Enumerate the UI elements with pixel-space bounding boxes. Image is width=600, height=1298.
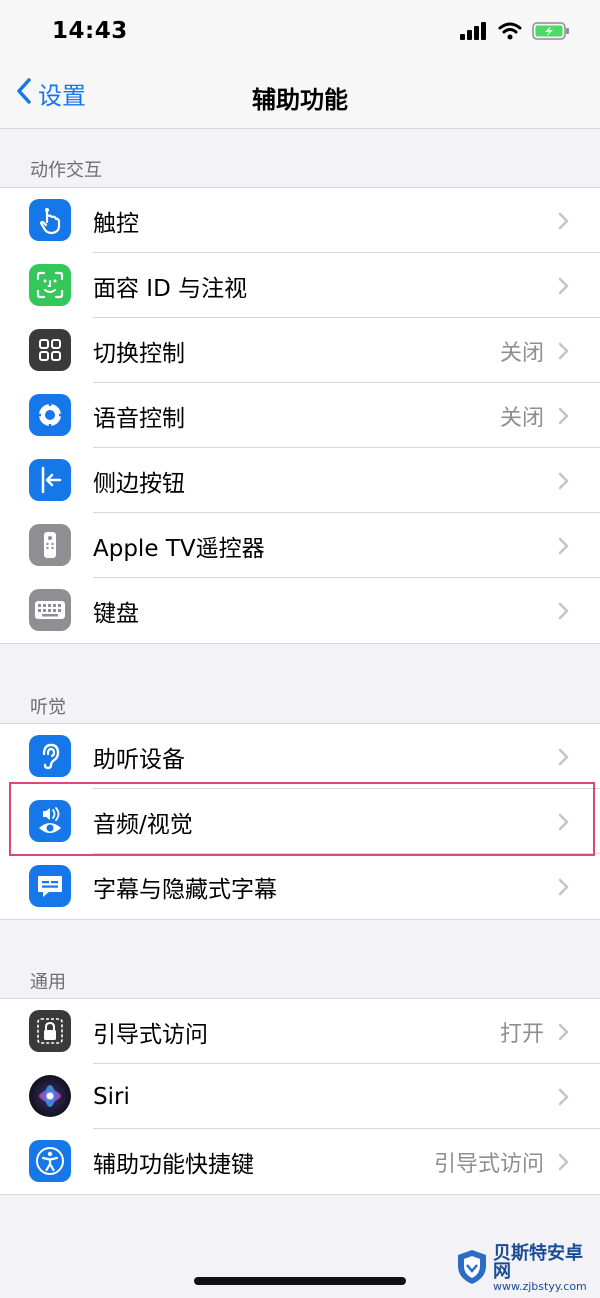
voice-control-icon [29, 394, 71, 436]
chevron-right-icon [558, 1153, 570, 1175]
row-label: 引导式访问 [93, 1021, 208, 1048]
row-side-button[interactable]: 侧边按钮 [0, 448, 600, 513]
chevron-right-icon [558, 813, 570, 835]
row-value: 关闭 [499, 340, 544, 366]
wifi-icon [498, 22, 522, 44]
subtitles-icon [29, 865, 71, 907]
row-touch[interactable]: 触控 [0, 188, 600, 253]
row-value: 引导式访问 [433, 1151, 544, 1177]
navigation-bar: 设置 辅助功能 [0, 62, 600, 129]
keyboard-icon [29, 589, 71, 631]
section-header-general: 通用 [30, 972, 66, 993]
row-label: Apple TV遥控器 [93, 535, 265, 562]
page-title: 辅助功能 [252, 86, 348, 114]
apple-tv-remote-icon [29, 524, 71, 566]
row-accessibility-shortcut[interactable]: 辅助功能快捷键 引导式访问 [0, 1129, 600, 1194]
status-bar: 14:43 [0, 0, 600, 62]
cellular-signal-icon [460, 22, 488, 44]
chevron-right-icon [558, 1088, 570, 1110]
siri-icon [29, 1075, 71, 1117]
status-time: 14:43 [52, 18, 128, 44]
status-icons [460, 22, 570, 44]
row-label: 触控 [93, 210, 139, 237]
row-label: 音频/视觉 [93, 811, 193, 838]
row-label: 语音控制 [93, 405, 185, 432]
row-hearing-devices[interactable]: 助听设备 [0, 724, 600, 789]
battery-charging-icon [532, 22, 570, 44]
ear-icon [29, 735, 71, 777]
row-guided-access[interactable]: 引导式访问 打开 [0, 999, 600, 1064]
row-label: Siri [93, 1083, 130, 1110]
switch-control-icon [29, 329, 71, 371]
section-header-interaction: 动作交互 [30, 160, 102, 181]
row-keyboard[interactable]: 键盘 [0, 578, 600, 643]
side-button-icon [29, 459, 71, 501]
guided-access-lock-icon [29, 1010, 71, 1052]
chevron-right-icon [558, 277, 570, 299]
chevron-right-icon [558, 878, 570, 900]
row-subtitles[interactable]: 字幕与隐藏式字幕 [0, 854, 600, 919]
row-value: 关闭 [499, 405, 544, 431]
chevron-right-icon [558, 602, 570, 624]
row-switch-control[interactable]: 切换控制 关闭 [0, 318, 600, 383]
general-group: 引导式访问 打开 Siri 辅助功能快捷键 引导式访问 [0, 998, 600, 1195]
row-label: 字幕与隐藏式字幕 [93, 876, 277, 903]
chevron-right-icon [558, 748, 570, 770]
row-label: 面容 ID 与注视 [93, 275, 248, 302]
row-audio-visual[interactable]: 音频/视觉 [0, 789, 600, 854]
chevron-right-icon [558, 212, 570, 234]
face-id-icon [29, 264, 71, 306]
touch-hand-icon [29, 199, 71, 241]
row-label: 助听设备 [93, 746, 185, 773]
watermark: 贝斯特安卓网 www.zjbstyy.com [455, 1245, 600, 1292]
row-apple-tv-remote[interactable]: Apple TV遥控器 [0, 513, 600, 578]
watermark-url: www.zjbstyy.com [493, 1280, 587, 1293]
section-header-hearing: 听觉 [30, 697, 66, 718]
chevron-right-icon [558, 407, 570, 429]
home-indicator[interactable] [194, 1277, 406, 1285]
interaction-group: 触控 面容 ID 与注视 切换控制 关闭 语音控制 关闭 侧边按钮 Apple … [0, 187, 600, 644]
chevron-right-icon [558, 342, 570, 364]
chevron-right-icon [558, 1023, 570, 1045]
hearing-group: 助听设备 音频/视觉 字幕与隐藏式字幕 [0, 723, 600, 920]
row-voice-control[interactable]: 语音控制 关闭 [0, 383, 600, 448]
row-label: 侧边按钮 [93, 470, 185, 497]
row-siri[interactable]: Siri [0, 1064, 600, 1129]
watermark-name: 贝斯特安卓网 [493, 1243, 583, 1282]
chevron-right-icon [558, 472, 570, 494]
accessibility-icon [29, 1140, 71, 1182]
audio-visual-icon [29, 800, 71, 842]
row-face-id[interactable]: 面容 ID 与注视 [0, 253, 600, 318]
row-label: 切换控制 [93, 340, 185, 367]
row-label: 辅助功能快捷键 [93, 1151, 254, 1178]
chevron-right-icon [558, 537, 570, 559]
shield-logo-icon [455, 1248, 489, 1290]
row-label: 键盘 [93, 600, 139, 627]
row-value: 打开 [499, 1021, 544, 1047]
